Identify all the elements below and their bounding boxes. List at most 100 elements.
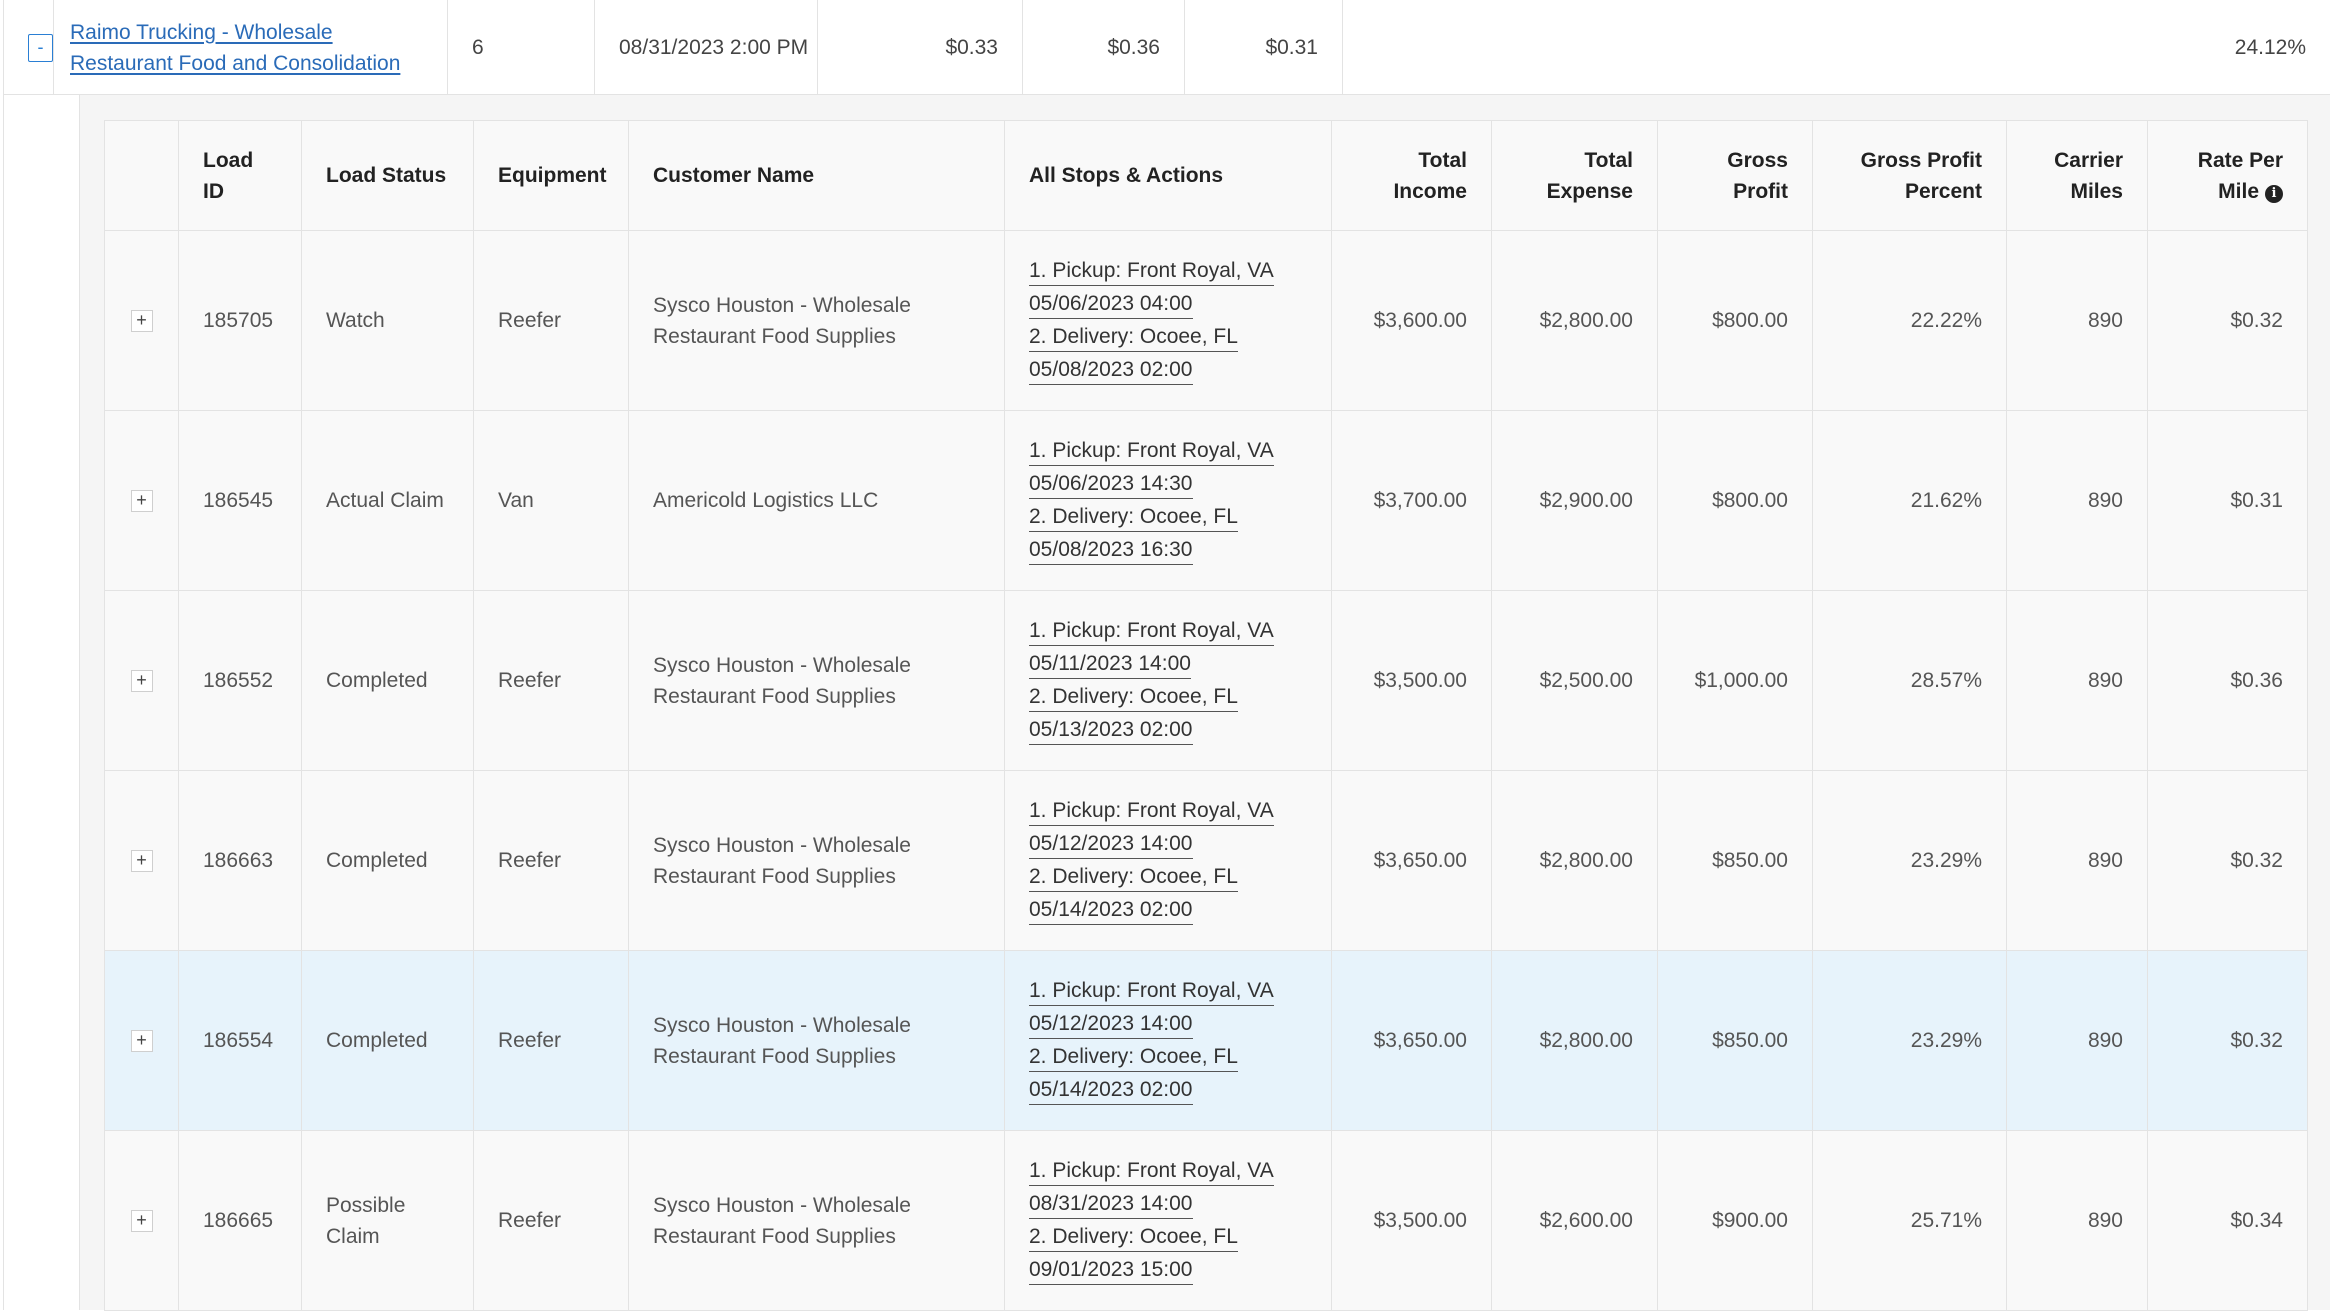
- carrier-summary-row: - Raimo Trucking - Wholesale Restaurant …: [4, 0, 2330, 95]
- header-rate-per-mile[interactable]: Rate Per Mile i: [2147, 120, 2308, 231]
- carrier-miles: 890: [2006, 230, 2148, 411]
- loads-table: Load ID Load Status Equipment Customer N…: [104, 120, 2308, 1311]
- stop-link[interactable]: 1. Pickup: Front Royal, VA: [1029, 257, 1274, 286]
- summary-percent: 24.12%: [2234, 35, 2306, 59]
- stop-link[interactable]: 05/13/2023 02:00: [1029, 716, 1193, 745]
- stop-link[interactable]: 2. Delivery: Ocoee, FL: [1029, 683, 1238, 712]
- total-expense: $2,800.00: [1491, 770, 1658, 951]
- header-load-id[interactable]: Load ID: [178, 120, 302, 231]
- stop-link[interactable]: 05/12/2023 14:00: [1029, 830, 1193, 859]
- table-row[interactable]: +185705 Watch Reefer Sysco Houston - Wholes…: [104, 230, 2308, 411]
- expand-icon[interactable]: +: [130, 1029, 153, 1052]
- total-expense: $2,800.00: [1491, 950, 1658, 1131]
- stop-link[interactable]: 05/08/2023 02:00: [1029, 356, 1193, 385]
- carrier-miles: 890: [2006, 1130, 2148, 1311]
- header-expand: [104, 120, 179, 231]
- customer-name: Sysco Houston - Wholesale Restaurant Foo…: [628, 770, 1005, 951]
- customer-name: Sysco Houston - Wholesale Restaurant Foo…: [628, 1130, 1005, 1311]
- equipment: Van: [473, 410, 629, 591]
- stop-link[interactable]: 2. Delivery: Ocoee, FL: [1029, 1223, 1238, 1252]
- gross-profit: $1,000.00: [1657, 590, 1813, 771]
- info-circle-icon[interactable]: i: [2265, 184, 2283, 203]
- load-id: 186663: [178, 770, 302, 951]
- expand-icon[interactable]: +: [130, 489, 153, 512]
- load-status: Completed: [301, 950, 474, 1131]
- expand-cell: +: [104, 950, 179, 1131]
- stop-link[interactable]: 1. Pickup: Front Royal, VA: [1029, 1157, 1274, 1186]
- rate-per-mile: $0.34: [2147, 1130, 2308, 1311]
- value-1: $0.33: [945, 35, 998, 59]
- stop-link[interactable]: 2. Delivery: Ocoee, FL: [1029, 1043, 1238, 1072]
- total-expense: $2,600.00: [1491, 1130, 1658, 1311]
- equipment: Reefer: [473, 230, 629, 411]
- stop-link[interactable]: 2. Delivery: Ocoee, FL: [1029, 323, 1238, 352]
- header-total-income[interactable]: Total Income: [1331, 120, 1492, 231]
- collapse-icon[interactable]: -: [28, 33, 53, 62]
- gross-profit-percent: 23.29%: [1812, 950, 2007, 1131]
- all-stops: 1. Pickup: Front Royal, VA 05/06/2023 04:…: [1004, 230, 1332, 411]
- total-income: $3,600.00: [1331, 230, 1492, 411]
- stop-link[interactable]: 2. Delivery: Ocoee, FL: [1029, 503, 1238, 532]
- gross-profit: $900.00: [1657, 1130, 1813, 1311]
- stop-link[interactable]: 05/14/2023 02:00: [1029, 1076, 1193, 1105]
- carrier-name-link[interactable]: Raimo Trucking - Wholesale Restaurant Fo…: [70, 17, 407, 79]
- load-status: Completed: [301, 590, 474, 771]
- total-income: $3,500.00: [1331, 1130, 1492, 1311]
- table-row[interactable]: +186545 Actual Claim Van Americold Logistic…: [104, 410, 2308, 591]
- header-all-stops[interactable]: All Stops & Actions: [1004, 120, 1332, 231]
- stop-link[interactable]: 05/06/2023 04:00: [1029, 290, 1193, 319]
- header-equipment[interactable]: Equipment: [473, 120, 629, 231]
- stop-link[interactable]: 1. Pickup: Front Royal, VA: [1029, 797, 1274, 826]
- header-load-status[interactable]: Load Status: [301, 120, 474, 231]
- table-header-row: Load ID Load Status Equipment Customer N…: [104, 120, 2308, 231]
- header-gross-profit[interactable]: Gross Profit: [1657, 120, 1813, 231]
- expand-icon[interactable]: +: [130, 309, 153, 332]
- header-total-expense[interactable]: Total Expense: [1491, 120, 1658, 231]
- header-gross-profit-percent[interactable]: Gross Profit Percent: [1812, 120, 2007, 231]
- stop-link[interactable]: 05/08/2023 16:30: [1029, 536, 1193, 565]
- total-expense: $2,500.00: [1491, 590, 1658, 771]
- stop-link[interactable]: 09/01/2023 15:00: [1029, 1256, 1193, 1285]
- expand-icon[interactable]: +: [130, 669, 153, 692]
- expand-icon[interactable]: +: [130, 1209, 153, 1232]
- value2-cell: $0.36: [1023, 0, 1185, 95]
- stop-link[interactable]: 1. Pickup: Front Royal, VA: [1029, 437, 1274, 466]
- table-row[interactable]: +186552 Completed Reefer Sysco Houston - Wh…: [104, 590, 2308, 771]
- stop-link[interactable]: 2. Delivery: Ocoee, FL: [1029, 863, 1238, 892]
- header-customer-name[interactable]: Customer Name: [628, 120, 1005, 231]
- load-id: 186552: [178, 590, 302, 771]
- stop-link[interactable]: 1. Pickup: Front Royal, VA: [1029, 617, 1274, 646]
- load-count-cell: 6: [448, 0, 595, 95]
- all-stops: 1. Pickup: Front Royal, VA 05/12/2023 14:…: [1004, 770, 1332, 951]
- header-carrier-miles[interactable]: Carrier Miles: [2006, 120, 2148, 231]
- table-row[interactable]: +186554 Completed Reefer Sysco Houston - Wh…: [104, 950, 2308, 1131]
- gross-profit-percent: 25.71%: [1812, 1130, 2007, 1311]
- rate-per-mile: $0.36: [2147, 590, 2308, 771]
- gross-profit: $850.00: [1657, 950, 1813, 1131]
- stop-link[interactable]: 08/31/2023 14:00: [1029, 1190, 1193, 1219]
- value-3: $0.31: [1265, 35, 1318, 59]
- gross-profit-percent: 23.29%: [1812, 770, 2007, 951]
- table-row[interactable]: +186663 Completed Reefer Sysco Houston - Wh…: [104, 770, 2308, 951]
- customer-name: Sysco Houston - Wholesale Restaurant Foo…: [628, 950, 1005, 1131]
- value3-cell: $0.31: [1185, 0, 1343, 95]
- expand-cell: +: [104, 230, 179, 411]
- stop-link[interactable]: 05/14/2023 02:00: [1029, 896, 1193, 925]
- equipment: Reefer: [473, 950, 629, 1131]
- stop-link[interactable]: 05/11/2023 14:00: [1029, 650, 1191, 679]
- expand-icon[interactable]: +: [130, 849, 153, 872]
- stop-link[interactable]: 05/06/2023 14:30: [1029, 470, 1193, 499]
- equipment: Reefer: [473, 590, 629, 771]
- load-id: 186554: [178, 950, 302, 1131]
- load-id: 186665: [178, 1130, 302, 1311]
- all-stops: 1. Pickup: Front Royal, VA 08/31/2023 14:…: [1004, 1130, 1332, 1311]
- total-expense: $2,900.00: [1491, 410, 1658, 591]
- stop-link[interactable]: 1. Pickup: Front Royal, VA: [1029, 977, 1274, 1006]
- stop-link[interactable]: 05/12/2023 14:00: [1029, 1010, 1193, 1039]
- customer-name: Sysco Houston - Wholesale Restaurant Foo…: [628, 590, 1005, 771]
- rate-per-mile: $0.32: [2147, 770, 2308, 951]
- expand-cell: +: [104, 590, 179, 771]
- expand-cell: +: [104, 770, 179, 951]
- total-expense: $2,800.00: [1491, 230, 1658, 411]
- table-row[interactable]: +186665 Possible Claim Reefer Sysco Houston…: [104, 1130, 2308, 1311]
